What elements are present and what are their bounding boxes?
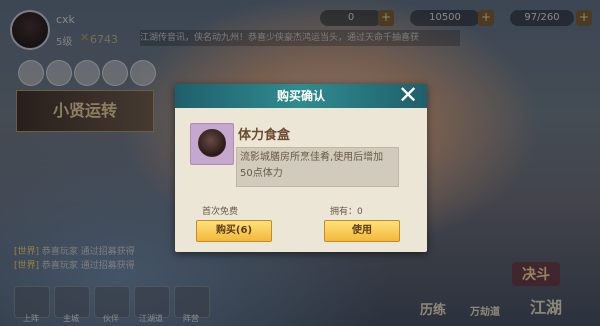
item-name: 体力食盒 <box>238 128 291 143</box>
owned-count: 拥有：0 <box>330 207 363 217</box>
buy-button-label: 购买(6) <box>215 225 253 236</box>
close-icon[interactable]: ✕ <box>395 82 421 108</box>
dialog-header: 购买确认 <box>175 84 427 108</box>
food-box-icon <box>198 129 226 157</box>
first-free-label: 首次免费 <box>202 207 239 217</box>
use-button[interactable]: 使用 <box>324 220 400 242</box>
item-description: 流影城膳房所烹佳肴,使用后增加50点体力 <box>236 147 399 187</box>
item-description-text: 流影城膳房所烹佳肴,使用后增加50点体力 <box>240 152 384 179</box>
dialog-title: 购买确认 <box>276 89 325 103</box>
buy-button[interactable]: 购买(6) <box>196 220 272 242</box>
use-button-label: 使用 <box>352 225 372 236</box>
